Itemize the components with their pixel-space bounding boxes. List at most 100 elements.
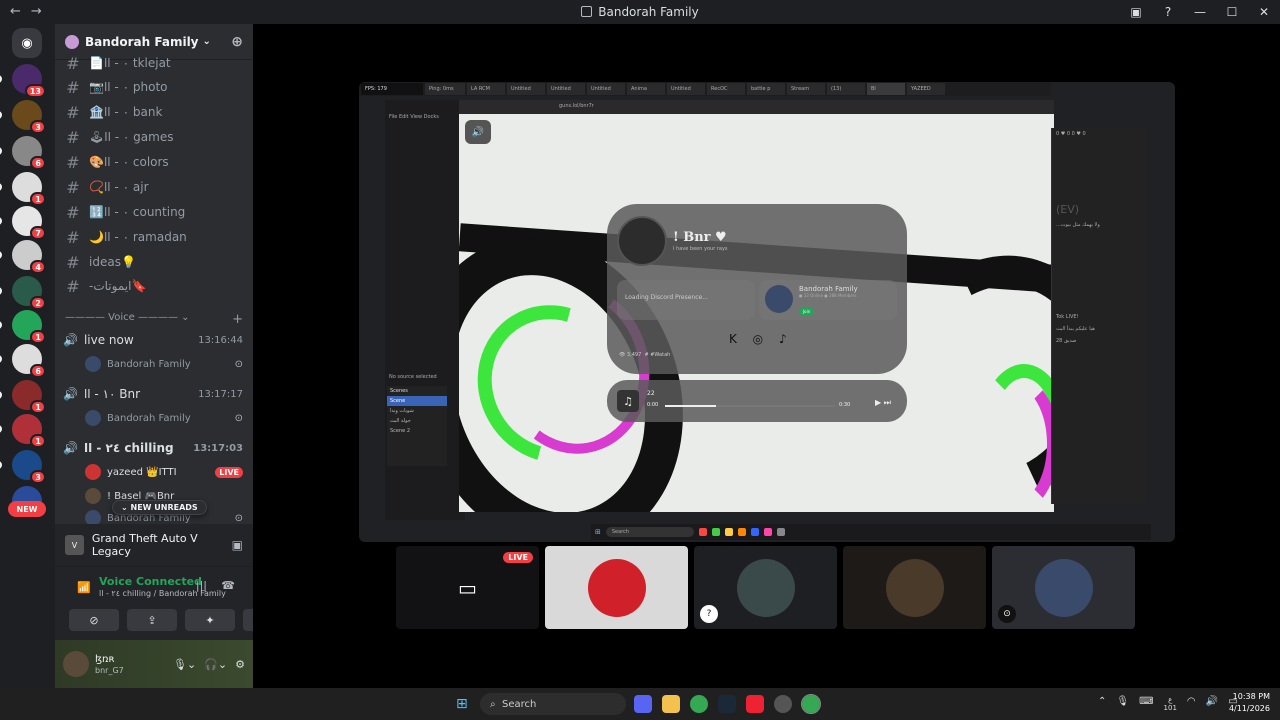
server-icon[interactable]: 3 <box>0 100 46 134</box>
microphone-icon[interactable]: 🎙⌄ <box>173 658 196 671</box>
back-arrow-icon[interactable]: ← <box>10 4 21 19</box>
mention-badge: 1 <box>30 400 46 414</box>
headphones-icon[interactable]: 🎧⌄ <box>204 658 227 671</box>
voice-category[interactable]: ———— Voice ———— ⌄ + <box>65 312 243 327</box>
new-pill[interactable]: NEW <box>8 501 46 517</box>
server-icon[interactable]: 1 <box>0 310 46 344</box>
presence-text: Loading Discord Presence... <box>625 294 708 301</box>
hash-icon: # <box>66 127 80 147</box>
user-display-name[interactable]: ɮռʀ <box>95 653 124 666</box>
noise-suppression-icon[interactable]: ||| <box>196 579 207 592</box>
channel-item[interactable]: # 📄٠ - اا tklejat <box>63 52 245 74</box>
new-unreads-button[interactable]: ⌄ NEW UNREADS <box>112 500 207 515</box>
disconnect-icon[interactable]: ☎ <box>221 579 235 592</box>
chevron-up-icon[interactable]: ⌃ <box>1098 696 1106 712</box>
channel-label: games <box>133 130 174 144</box>
participant-tile[interactable]: ⊙ <box>992 546 1135 629</box>
server-icon[interactable]: 6 <box>0 344 46 378</box>
steam-icon[interactable] <box>718 695 736 713</box>
browser-tab[interactable]: Untitled <box>547 83 585 95</box>
activities-button[interactable]: ✦ <box>185 609 235 631</box>
server-icon[interactable]: 4 <box>0 240 46 274</box>
app-icon[interactable] <box>774 695 792 713</box>
add-channel-icon[interactable]: + <box>232 312 243 327</box>
channel-item[interactable]: # 🌙٠ - اا ramadan <box>63 226 245 248</box>
voice-user[interactable]: yazeed 👑ITTI LIVE <box>85 462 243 482</box>
participant-tile[interactable] <box>843 546 986 629</box>
server-icon[interactable]: 1 <box>0 380 46 414</box>
browser-tab[interactable]: Bl <box>867 83 905 95</box>
channel-item[interactable]: # 🎨٠ - اا colors <box>63 151 245 173</box>
participant-tile[interactable]: ? <box>694 546 837 629</box>
browser-tab[interactable]: Untitled <box>667 83 705 95</box>
server-icon[interactable]: 1 <box>0 414 46 448</box>
voice-user[interactable]: Bandorah Family ⊙ <box>85 354 243 374</box>
question-icon: ? <box>700 605 718 623</box>
music-note-icon: ♫ <box>617 390 639 412</box>
taskbar-search[interactable]: ⌕ Search <box>480 693 626 715</box>
voice-channel[interactable]: 🔊 ١٠ - اا Bnr 13:17:17 <box>63 384 243 404</box>
browser-tab[interactable]: LA RCM <box>467 83 505 95</box>
wifi-icon[interactable]: ◠ <box>1187 696 1196 712</box>
browser-tab[interactable]: YAZEED <box>907 83 945 95</box>
channel-item[interactable]: # 🔢٠ - اا counting <box>63 201 245 223</box>
windows-start-icon[interactable]: ⊞ <box>456 696 468 712</box>
browser-tab[interactable]: Untitled <box>587 83 625 95</box>
screen-share-button[interactable]: ⇪ <box>127 609 177 631</box>
server-icon[interactable]: 3 <box>0 450 46 484</box>
volume-icon[interactable]: 🔊 <box>1206 696 1218 712</box>
participant-tile[interactable] <box>545 546 688 629</box>
voice-channel[interactable]: 🔊 live now 13:16:44 <box>63 330 243 350</box>
stream-view[interactable]: FPS: 179 Ping: 0ms LA RCM Untitled Untit… <box>359 82 1175 542</box>
chrome-icon[interactable] <box>801 694 821 714</box>
browser-tab[interactable]: Untitled <box>507 83 545 95</box>
gear-icon[interactable]: ⚙ <box>235 658 245 671</box>
minimize-button[interactable]: — <box>1184 0 1216 24</box>
server-icon[interactable]: 2 <box>0 276 46 310</box>
camera-off-button[interactable]: ⊘ <box>69 609 119 631</box>
channel-item[interactable]: # 🕹٠ - اا games <box>63 126 245 148</box>
close-button[interactable]: ✕ <box>1248 0 1280 24</box>
app-icon[interactable] <box>746 695 764 713</box>
maximize-button[interactable]: ☐ <box>1216 0 1248 24</box>
taskbar-clock[interactable]: 10:38 PM 4/11/2026 <box>1229 691 1270 715</box>
browser-tab[interactable]: RecOC <box>707 83 745 95</box>
channel-item[interactable]: # ideas💡 <box>63 251 245 273</box>
channel-item[interactable]: # -ايموتات🔖 <box>63 275 245 297</box>
server-icon[interactable]: 7 <box>0 206 46 240</box>
discord-home-icon[interactable]: ◉ <box>12 28 42 58</box>
discord-app-icon[interactable] <box>634 695 652 713</box>
channel-item[interactable]: # 🏦٠ - اا bank <box>63 101 245 123</box>
browser-tab[interactable]: (13) <box>827 83 865 95</box>
keyboard-icon[interactable]: ⌨ <box>1139 696 1153 712</box>
add-member-icon[interactable]: ⊕ <box>231 34 243 50</box>
server-icon[interactable]: 6 <box>0 136 46 170</box>
voice-channel[interactable]: 🔊 ٢٤ - اا chilling 13:17:03 <box>63 438 243 458</box>
chrome-icon[interactable] <box>690 695 708 713</box>
microphone-icon[interactable]: 🎙 <box>1116 696 1129 712</box>
language-code: 101 <box>1163 704 1177 712</box>
browser-tab[interactable]: Anima <box>627 83 665 95</box>
scene-item: شوبات وندا <box>390 408 414 414</box>
server-icon <box>65 34 79 49</box>
server-icon[interactable]: 13 <box>0 64 46 98</box>
inbox-icon[interactable]: ▣ <box>1120 0 1152 24</box>
avatar[interactable] <box>63 651 89 677</box>
discord-presence: Loading Discord Presence... <box>617 280 755 320</box>
server-icon[interactable]: 1 <box>0 172 46 206</box>
screen-share-icon[interactable]: ▣ <box>232 538 243 552</box>
file-explorer-icon[interactable] <box>662 695 680 713</box>
stream-tile[interactable]: ▭ LIVE <box>396 546 539 629</box>
browser-tab[interactable]: battle p <box>747 83 785 95</box>
browser-tab[interactable]: Stream <box>787 83 825 95</box>
channel-item[interactable]: # 📷٠ - اا photo <box>63 76 245 98</box>
channel-item[interactable]: # 📿٠ - اا ajr <box>63 176 245 198</box>
voice-user[interactable]: Bandorah Family ⊙ <box>85 408 243 428</box>
clock-time: 10:38 PM <box>1232 692 1270 701</box>
forward-arrow-icon[interactable]: → <box>31 4 42 19</box>
play-icon: ▶ ⏭ <box>875 398 891 407</box>
help-icon[interactable]: ? <box>1152 0 1184 24</box>
language-indicator[interactable]: ع 101 <box>1164 696 1177 712</box>
fps-overlay: FPS: 179 <box>361 83 423 95</box>
voice-status[interactable]: Voice Connected <box>99 575 202 588</box>
